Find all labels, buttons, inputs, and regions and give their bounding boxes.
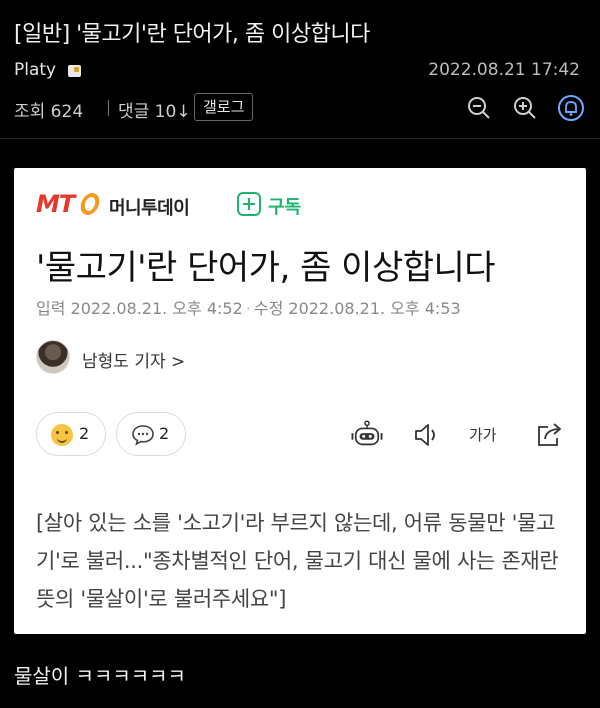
publisher-logo-mt: MT	[36, 190, 75, 218]
plus-icon	[237, 192, 261, 216]
reaction-count: 2	[79, 424, 90, 443]
publisher-logo-mark	[78, 193, 102, 215]
user-badge-icon	[68, 65, 81, 77]
gallog-button[interactable]: 갤로그	[194, 93, 254, 121]
zoom-out-icon[interactable]	[466, 95, 492, 121]
reaction-button[interactable]: 2	[36, 412, 106, 456]
comment-bubble-icon	[132, 425, 154, 446]
smile-emoji-icon	[51, 424, 73, 446]
reporter-name: 남형도 기자 >	[82, 352, 186, 372]
comment-count-link[interactable]: 댓글 10↓	[118, 97, 191, 122]
author-name[interactable]: Platy	[14, 60, 56, 80]
article-card[interactable]: MT 머니투데이 구독 '물고기'란 단어가, 좀 이상합니다 입력 2022.…	[14, 168, 586, 634]
robot-tts-icon[interactable]	[350, 420, 384, 450]
comments-button[interactable]: 2	[116, 412, 186, 456]
article-summary: [살아 있는 소를 '소고기'라 부르지 않는데, 어류 동물만 '물고기'로 …	[36, 511, 559, 611]
post-date: 2022.08.21 17:42	[428, 60, 580, 80]
publisher-name[interactable]: 머니투데이	[109, 194, 190, 220]
article-dates: 입력 2022.08.21. 오후 4:52 · 수정 2022.08.21. 오후…	[36, 295, 461, 319]
stats-row: 조회 624 댓글 10↓ 갤로그	[14, 93, 586, 123]
publisher-row: MT 머니투데이 구독	[36, 190, 556, 220]
reporter-avatar	[36, 340, 70, 374]
published-date: 입력 2022.08.21. 오후 4:52	[36, 299, 243, 318]
font-size-icon[interactable]: 가가	[469, 424, 497, 445]
article-headline: '물고기'란 단어가, 좀 이상합니다	[36, 248, 496, 288]
view-count: 조회 624	[14, 102, 84, 122]
comment-count: 2	[159, 424, 170, 443]
zoom-in-icon[interactable]	[512, 95, 538, 121]
modified-date: 수정 2022.08.21. 오후 4:53	[253, 299, 461, 318]
share-icon[interactable]	[534, 420, 564, 450]
bell-icon[interactable]	[558, 95, 584, 121]
stats-divider	[108, 100, 109, 116]
post-body-text: 물살이 ㅋㅋㅋㅋㅋㅋ	[14, 664, 186, 688]
header-divider	[0, 138, 600, 139]
post-title: [일반] '물고기'란 단어가, 좀 이상합니다	[14, 22, 370, 47]
date-separator: ·	[245, 299, 251, 318]
subscribe-label: 구독	[268, 197, 302, 218]
author-row: Platy 2022.08.21 17:42	[14, 60, 586, 84]
speaker-icon[interactable]	[412, 420, 442, 450]
